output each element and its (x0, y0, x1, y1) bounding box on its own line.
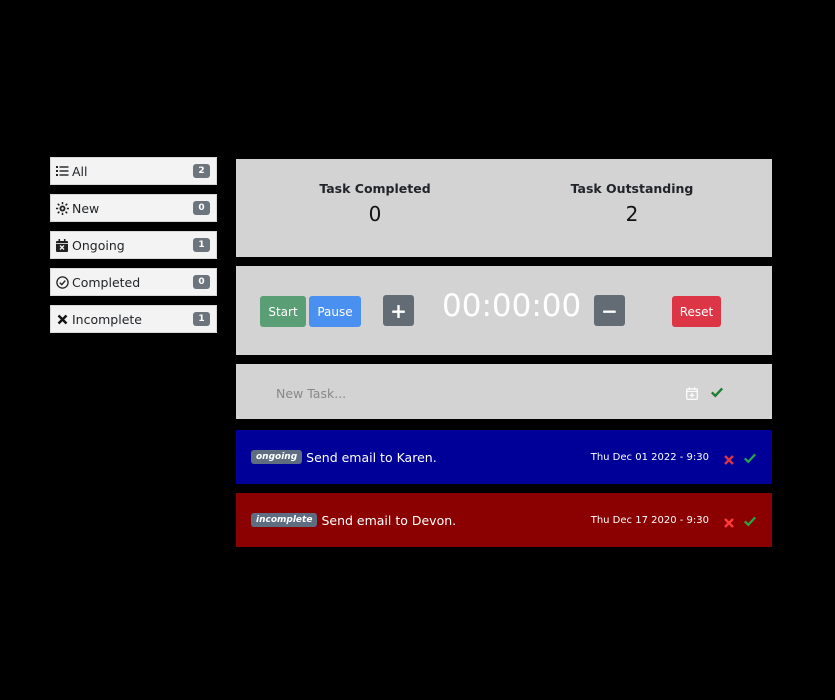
completed-stat: Task Completed 0 (285, 181, 465, 226)
x-icon (55, 312, 69, 326)
outstanding-label: Task Outstanding (570, 181, 694, 196)
count-badge: 0 (193, 275, 210, 289)
task-row: ongoing Send email to Karen. Thu Dec 01 … (236, 430, 772, 484)
list-icon (55, 164, 69, 178)
count-badge: 1 (193, 238, 210, 252)
completed-value: 0 (368, 202, 382, 226)
sidebar-item-label: Ongoing (72, 237, 125, 253)
sun-icon (55, 201, 69, 215)
timer-panel: Start Pause + 00:00:00 − Reset (236, 266, 772, 355)
sidebar-item-ongoing[interactable]: Ongoing 1 (50, 231, 217, 259)
calendar-x-icon (55, 238, 69, 252)
sidebar-item-label: New (72, 200, 100, 216)
sidebar-item-all[interactable]: All 2 (50, 157, 217, 185)
delete-icon[interactable] (723, 514, 735, 528)
check-circle-icon (55, 275, 69, 289)
start-button[interactable]: Start (260, 296, 306, 327)
task-row: incomplete Send email to Devon. Thu Dec … (236, 493, 772, 547)
complete-check-icon[interactable] (743, 450, 757, 464)
sidebar-item-label: Incomplete (72, 311, 142, 327)
reset-button[interactable]: Reset (672, 296, 721, 327)
complete-check-icon[interactable] (743, 513, 757, 527)
task-date: Thu Dec 17 2020 - 9:30 (590, 514, 709, 526)
count-badge: 1 (193, 312, 210, 326)
stats-panel: Task Completed 0 Task Outstanding 2 (236, 159, 772, 257)
delete-icon[interactable] (723, 451, 735, 465)
status-badge: incomplete (251, 513, 318, 527)
timer-display: 00:00:00 (442, 288, 582, 324)
count-badge: 0 (193, 201, 210, 215)
filter-sidebar: All 2 New 0 Ongoing 1 Completed 0 Incomp… (50, 157, 217, 342)
new-task-panel (236, 364, 772, 419)
new-task-input[interactable] (274, 381, 658, 405)
sidebar-item-label: All (72, 163, 88, 179)
add-task-check-icon[interactable] (710, 384, 724, 398)
sidebar-item-label: Completed (72, 274, 141, 290)
outstanding-value: 2 (625, 202, 639, 226)
sidebar-item-new[interactable]: New 0 (50, 194, 217, 222)
status-badge: ongoing (251, 450, 303, 464)
increase-time-button[interactable]: + (383, 295, 414, 326)
completed-label: Task Completed (319, 181, 431, 196)
sidebar-item-incomplete[interactable]: Incomplete 1 (50, 305, 217, 333)
pause-button[interactable]: Pause (309, 296, 361, 327)
calendar-plus-icon[interactable] (686, 385, 698, 400)
count-badge: 2 (193, 164, 210, 178)
task-text: Send email to Karen. (306, 449, 437, 465)
decrease-time-button[interactable]: − (594, 295, 625, 326)
task-text: Send email to Devon. (321, 512, 457, 528)
sidebar-item-completed[interactable]: Completed 0 (50, 268, 217, 296)
task-date: Thu Dec 01 2022 - 9:30 (590, 451, 709, 463)
outstanding-stat: Task Outstanding 2 (542, 181, 722, 226)
